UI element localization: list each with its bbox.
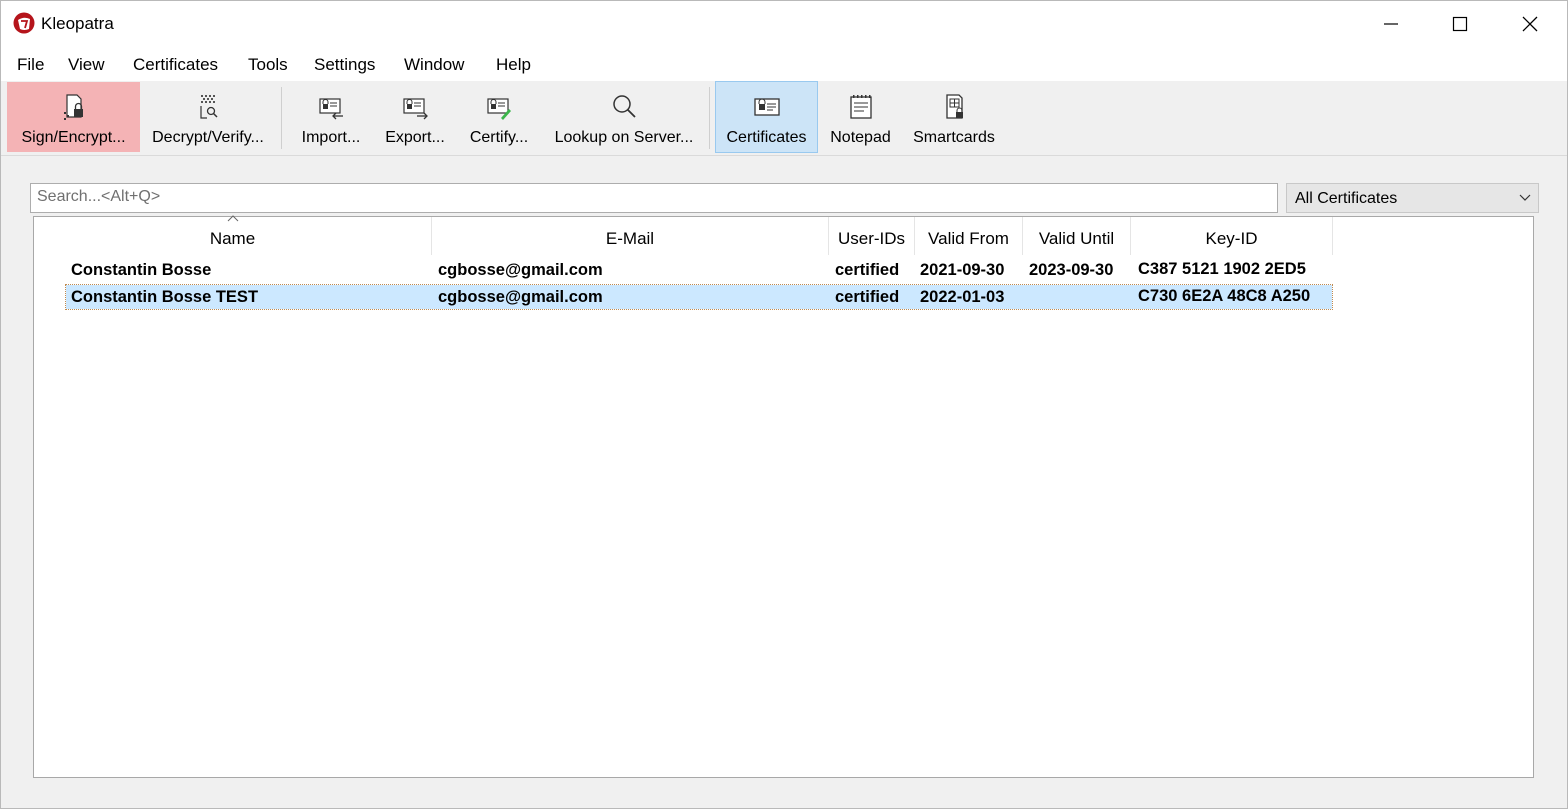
cell-valid-until: 2023-09-30 bbox=[1029, 261, 1114, 279]
menu-window[interactable]: Window bbox=[404, 55, 464, 75]
column-header-label: Name bbox=[209, 229, 256, 248]
column-header-name[interactable]: Name bbox=[34, 215, 432, 255]
export-icon bbox=[403, 98, 428, 120]
window-title: Kleopatra bbox=[41, 14, 114, 33]
notepad-button[interactable]: Notepad bbox=[823, 82, 898, 152]
kleopatra-logo-icon bbox=[13, 12, 35, 34]
close-button[interactable] bbox=[1495, 1, 1565, 47]
certificates-view-label: Certificates bbox=[726, 129, 807, 146]
menu-tools[interactable]: Tools bbox=[248, 55, 288, 75]
import-label: Import... bbox=[301, 129, 361, 146]
column-header-label: Valid From bbox=[928, 229, 1009, 248]
cell-valid-from: 2022-01-03 bbox=[920, 288, 1005, 306]
lookup-on-server-label: Lookup on Server... bbox=[554, 129, 694, 146]
export-label: Export... bbox=[385, 129, 445, 146]
cell-user-ids: certified bbox=[835, 288, 900, 306]
decrypt-verify-icon bbox=[200, 95, 218, 119]
column-header-key-id[interactable]: Key-ID bbox=[1131, 217, 1333, 255]
menu-certificates[interactable]: Certificates bbox=[133, 55, 218, 75]
certify-icon bbox=[487, 98, 511, 120]
decrypt-verify-label: Decrypt/Verify... bbox=[152, 129, 264, 146]
sign-encrypt-icon bbox=[63, 94, 83, 120]
certify-button[interactable]: Certify... bbox=[461, 82, 537, 152]
search-field[interactable] bbox=[30, 183, 1278, 213]
certify-label: Certify... bbox=[469, 129, 529, 146]
column-header-user-ids[interactable]: User-IDs bbox=[829, 217, 915, 255]
column-header-email[interactable]: E-Mail bbox=[432, 217, 829, 255]
app-window: Kleopatra File View Certificates Tools S… bbox=[0, 0, 1568, 809]
sign-encrypt-label: Sign/Encrypt... bbox=[21, 129, 126, 146]
cell-user-ids: certified bbox=[835, 261, 900, 279]
column-header-label: E-Mail bbox=[605, 229, 655, 248]
certificate-icon bbox=[753, 98, 780, 116]
lookup-on-server-button[interactable]: Lookup on Server... bbox=[547, 82, 701, 152]
search-icon bbox=[613, 95, 636, 118]
cell-name: Constantin Bosse TEST bbox=[71, 288, 259, 306]
menu-settings[interactable]: Settings bbox=[314, 55, 375, 75]
filter-selected-value: All Certificates bbox=[1295, 190, 1398, 207]
notepad-icon bbox=[849, 95, 872, 119]
search-input[interactable] bbox=[31, 184, 1267, 210]
sort-ascending-icon bbox=[227, 215, 239, 222]
smartcards-label: Smartcards bbox=[913, 129, 995, 146]
cell-valid-from: 2021-09-30 bbox=[920, 261, 1005, 279]
decrypt-verify-button[interactable]: Decrypt/Verify... bbox=[143, 82, 273, 152]
certificate-table: Name E-Mail User-IDs Valid From Valid Un… bbox=[33, 215, 1534, 778]
menu-bar: File View Certificates Tools Settings Wi… bbox=[1, 47, 1567, 81]
column-header-label: Valid Until bbox=[1038, 229, 1115, 248]
chevron-down-icon bbox=[1519, 194, 1531, 201]
column-header-valid-from[interactable]: Valid From bbox=[915, 217, 1023, 255]
smartcards-button[interactable]: Smartcards bbox=[906, 82, 1002, 152]
cell-name: Constantin Bosse bbox=[71, 261, 212, 279]
cell-key-id: C387 5121 1902 2ED5 bbox=[1138, 260, 1306, 278]
minimize-icon bbox=[1384, 23, 1398, 25]
table-row-selected[interactable]: Constantin Bosse TEST cgbosse@gmail.com … bbox=[65, 284, 1333, 310]
import-icon bbox=[319, 98, 343, 120]
smartcard-icon bbox=[946, 94, 963, 119]
cell-key-id: C730 6E2A 48C8 A250 bbox=[1138, 287, 1311, 305]
menu-view[interactable]: View bbox=[68, 55, 105, 75]
cell-email: cgbosse@gmail.com bbox=[438, 288, 603, 306]
certificates-view-button[interactable]: Certificates bbox=[715, 81, 818, 153]
toolbar-separator bbox=[709, 87, 710, 149]
column-header-valid-until[interactable]: Valid Until bbox=[1023, 217, 1131, 255]
title-bar: Kleopatra bbox=[1, 1, 1567, 47]
column-header-label: User-IDs bbox=[837, 229, 906, 248]
sign-encrypt-button[interactable]: Sign/Encrypt... bbox=[7, 82, 140, 152]
toolbar-separator bbox=[281, 87, 282, 149]
minimize-button[interactable] bbox=[1356, 1, 1426, 47]
certificate-filter-dropdown[interactable]: All Certificates bbox=[1286, 183, 1539, 213]
menu-file[interactable]: File bbox=[17, 55, 44, 75]
import-button[interactable]: Import... bbox=[291, 82, 371, 152]
export-button[interactable]: Export... bbox=[377, 82, 453, 152]
table-row[interactable]: Constantin Bosse cgbosse@gmail.com certi… bbox=[66, 258, 1332, 282]
close-icon bbox=[1522, 16, 1538, 32]
maximize-button[interactable] bbox=[1425, 1, 1495, 47]
column-header-label: Key-ID bbox=[1205, 229, 1258, 248]
maximize-icon bbox=[1452, 16, 1468, 32]
toolbar: Sign/Encrypt... Decrypt/Verify... Import… bbox=[1, 81, 1567, 156]
menu-help[interactable]: Help bbox=[496, 55, 531, 75]
notepad-label: Notepad bbox=[830, 129, 891, 146]
cell-email: cgbosse@gmail.com bbox=[438, 261, 603, 279]
